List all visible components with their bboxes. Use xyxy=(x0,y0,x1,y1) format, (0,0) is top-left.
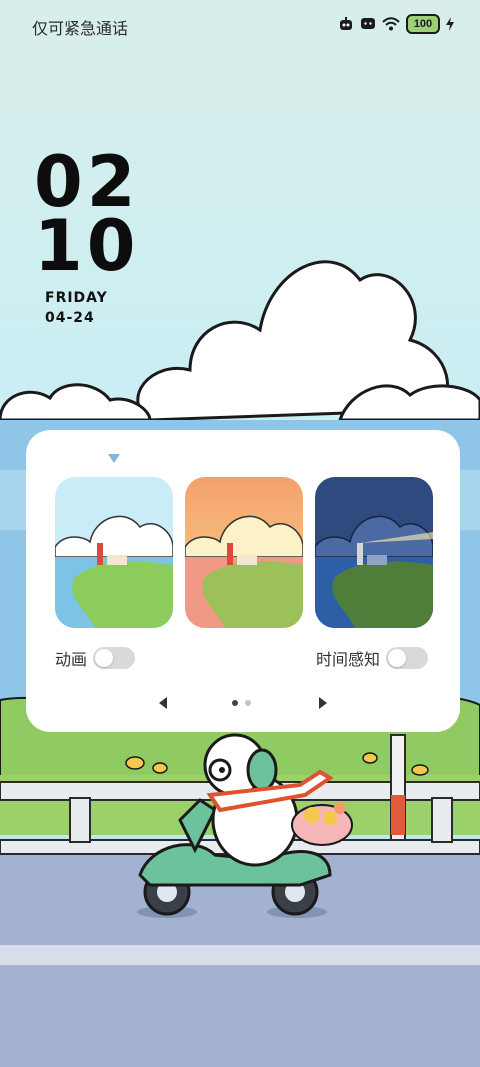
time-aware-label: 时间感知 xyxy=(316,652,381,669)
previous-arrow-icon[interactable] xyxy=(156,695,172,711)
toggle-knob xyxy=(95,649,114,667)
panel-pager xyxy=(26,695,460,711)
wallpaper-sunset-thumbnail[interactable] xyxy=(185,477,303,628)
battery-level: 100 xyxy=(413,18,433,30)
charging-icon xyxy=(446,17,454,31)
page-indicator xyxy=(232,700,251,706)
lock-date: FRIDAY 04-24 xyxy=(45,288,108,328)
wallpaper-style-panel: 动画 时间感知 xyxy=(26,430,460,732)
wallpaper-night-thumbnail[interactable] xyxy=(315,477,433,628)
next-arrow-icon[interactable] xyxy=(314,695,330,711)
time-aware-toggle-row: 时间感知 xyxy=(316,646,429,670)
wifi-icon xyxy=(382,17,400,31)
clock-minutes: 10 xyxy=(34,205,140,287)
weekday-label: FRIDAY xyxy=(45,290,108,306)
animation-toggle[interactable] xyxy=(93,647,136,669)
date-label: 04-24 xyxy=(45,310,95,326)
robot-icon xyxy=(340,17,352,30)
time-aware-toggle[interactable] xyxy=(386,647,429,669)
emergency-calls-only-label: 仅可紧急通话 xyxy=(32,21,129,38)
status-bar: 仅可紧急通话 100 xyxy=(0,0,480,48)
selected-pointer-icon xyxy=(108,454,120,463)
status-icons: 100 xyxy=(338,14,454,34)
toggle-knob xyxy=(388,649,407,667)
animation-label: 动画 xyxy=(55,652,88,669)
page-dot-1[interactable] xyxy=(232,700,238,706)
page-dot-2[interactable] xyxy=(245,700,251,706)
wallpaper-day-thumbnail[interactable] xyxy=(55,477,173,628)
battery-icon: 100 xyxy=(406,14,440,34)
animation-toggle-row: 动画 xyxy=(55,646,136,670)
chat-icon xyxy=(361,18,375,29)
lock-clock: 02 10 xyxy=(34,147,140,287)
